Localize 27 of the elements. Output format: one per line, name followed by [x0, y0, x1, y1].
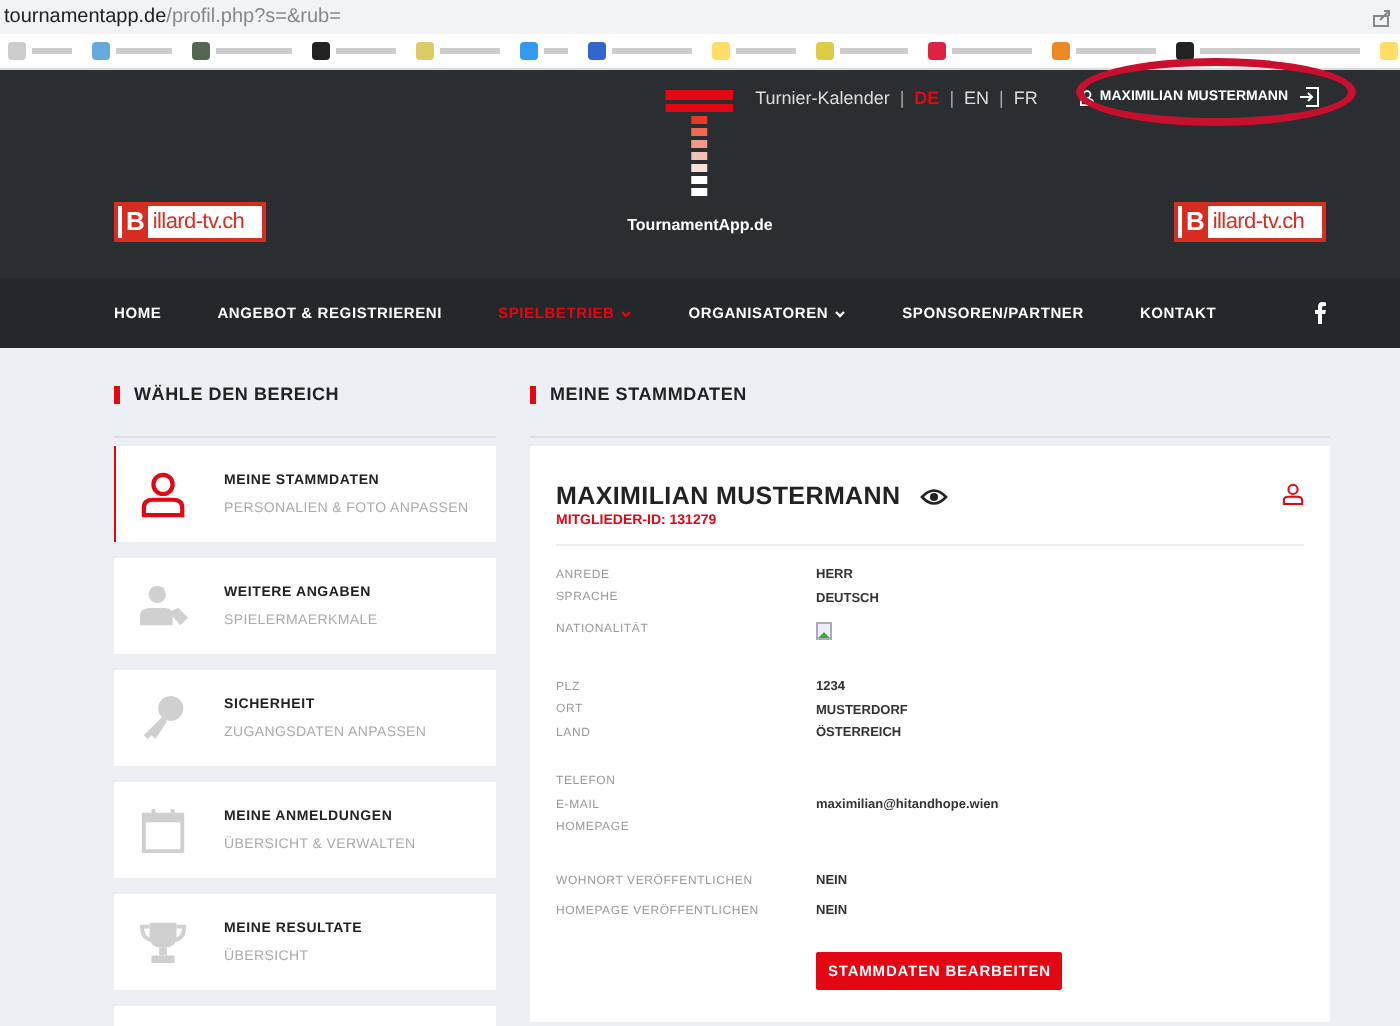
- person-icon[interactable]: [1282, 482, 1304, 506]
- profile-name: MAXIMILIAN MUSTERMANN: [556, 482, 901, 510]
- share-icon[interactable]: [1372, 7, 1392, 27]
- facebook-icon[interactable]: [1314, 302, 1326, 324]
- calendar-link[interactable]: Turnier-Kalender: [755, 87, 890, 107]
- partner-logo[interactable]: B illard-tv.ch: [114, 202, 266, 242]
- person-tag-icon: [140, 582, 188, 630]
- separator-text: |: [999, 87, 1004, 107]
- section-title: WÄHLE DEN BEREICH: [114, 385, 340, 403]
- language-link[interactable]: FR: [1013, 87, 1038, 107]
- person-icon: [1079, 89, 1094, 105]
- bookmark-item[interactable]: [192, 42, 292, 60]
- trophy-icon: [140, 918, 188, 966]
- person-icon: [140, 470, 188, 518]
- separator-text: |: [949, 87, 955, 107]
- partner-logo[interactable]: B illard-tv.ch: [1174, 202, 1326, 242]
- eye-icon[interactable]: [920, 487, 949, 505]
- bookmark-item[interactable]: [1176, 42, 1360, 60]
- broken-image-icon: [816, 621, 832, 639]
- separator-text: |: [899, 87, 905, 107]
- calendar-icon: [140, 806, 188, 854]
- section-title: MEINE STAMMDATEN: [530, 385, 747, 403]
- language-link[interactable]: EN: [964, 87, 990, 107]
- key-icon: [140, 694, 188, 742]
- logout-icon[interactable]: [1298, 86, 1320, 108]
- bookmark-item[interactable]: [312, 42, 396, 60]
- logo-text[interactable]: TournamentApp.de: [627, 216, 773, 234]
